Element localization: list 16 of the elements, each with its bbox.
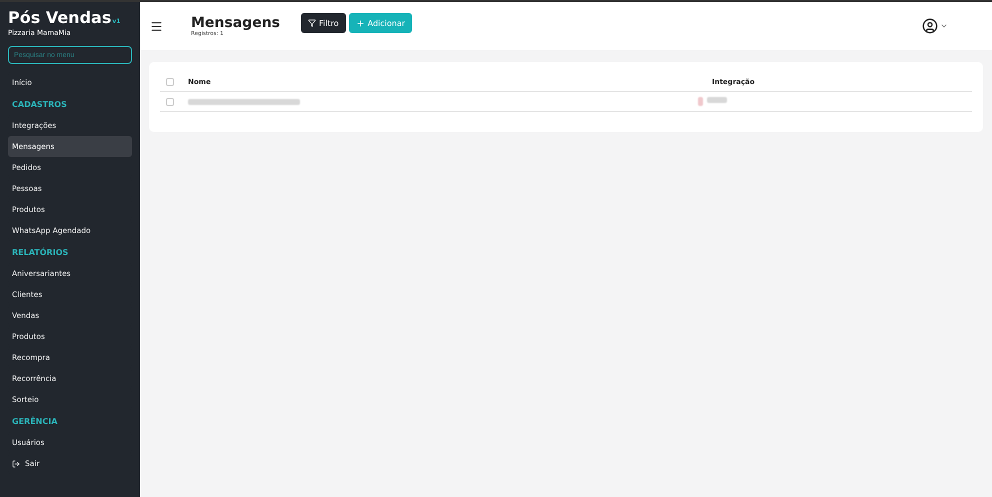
app-title: Pós Vendas	[8, 8, 112, 27]
menu-section-header: CADASTROS	[11, 98, 68, 110]
plus-icon	[356, 18, 365, 28]
filter-icon	[308, 19, 316, 27]
user-avatar-icon[interactable]	[922, 18, 938, 34]
page-title: Mensagens	[191, 15, 281, 31]
menu-section-header: RELATÓRIOS	[11, 246, 70, 258]
logout-icon	[12, 460, 20, 468]
select-all-checkbox[interactable]	[166, 78, 174, 86]
redacted-text	[707, 97, 727, 103]
caret-icon[interactable]	[940, 22, 948, 30]
menu-section-header: GERÊNCIA	[11, 416, 58, 428]
row-checkbox[interactable]	[166, 98, 174, 106]
filter-button[interactable]: Filtro	[301, 13, 346, 33]
redacted-icon	[698, 97, 703, 106]
menu-icon[interactable]	[150, 20, 163, 32]
